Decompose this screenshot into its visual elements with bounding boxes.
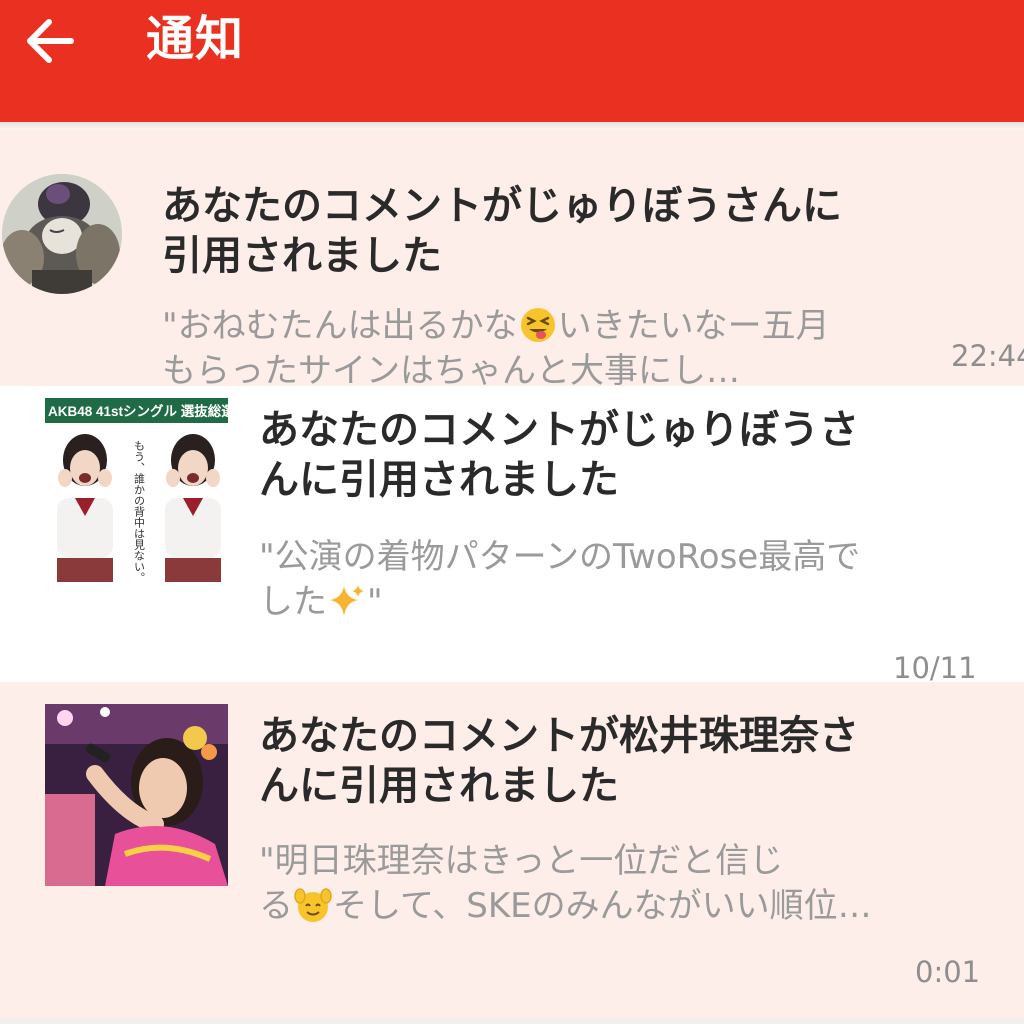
notification-time: 0:01 (915, 955, 981, 989)
heading-line: あなたのコメントがじゅりぼうさんに (162, 183, 842, 229)
notification-heading: あなたのコメントがじゅりぼうさ んに引用されました (259, 405, 859, 505)
election-poster-thumbnail: AKB48 41stシングル 選抜総選挙 (45, 398, 228, 582)
notification-time: 22:44 (951, 339, 1024, 373)
notification-heading: あなたのコメントが松井珠理奈さ んに引用されました (259, 711, 859, 811)
notification-item[interactable]: あなたのコメントがじゅりぼうさんに 引用されました "おねむたんは出るかな いき… (0, 130, 1024, 386)
preview-text: いきたいなー五月 (557, 306, 830, 346)
page-title: 通知 (146, 11, 245, 67)
sparkles-emoji (330, 585, 364, 616)
concert-photo-thumbnail (45, 704, 228, 886)
app-bar: 通知 (0, 0, 1024, 122)
comment-preview: "公演の着物パターンのTwoRose最高で した " (259, 535, 860, 625)
poster-banner-text: AKB48 41stシングル 選抜総選挙 (48, 403, 228, 419)
notifications-screen: 通知 あなたのコメントがじゅりぼうさんに 引用されました "おねむたんは出るかな (0, 0, 1024, 1024)
preview-text: そして、SKEのみんながいい順位… (333, 886, 872, 926)
raising-hands-face-emoji (294, 888, 332, 922)
notification-item[interactable]: AKB48 41stシングル 選抜総選挙 (0, 386, 1024, 682)
arrow-left-icon (27, 19, 74, 63)
heading-line: んに引用されました (259, 457, 619, 503)
preview-text: "公演の着物パターンのTwoRose最高で (259, 537, 861, 577)
preview-text: もらったサインはちゃんと大事にし… (162, 351, 740, 386)
list-divider (0, 1018, 1024, 1024)
preview-text: "明日珠理奈はきっと一位だと信じ (259, 841, 784, 881)
back-button[interactable] (14, 6, 84, 76)
user-avatar (2, 174, 122, 294)
app-bar-shadow (0, 122, 1024, 130)
notification-heading: あなたのコメントがじゅりぼうさんに 引用されました (162, 181, 842, 281)
poster-slogan-text: もう、誰かの背中は見ない。 (133, 440, 146, 582)
preview-text: した (259, 582, 327, 622)
notification-time: 10/11 (893, 651, 977, 682)
preview-text: "おねむたんは出るかな (162, 306, 518, 346)
heading-line: 引用されました (162, 233, 442, 279)
notification-item[interactable]: あなたのコメントが松井珠理奈さ んに引用されました "明日珠理奈はきっと一位だと… (0, 682, 1024, 1018)
heading-line: んに引用されました (259, 763, 619, 809)
squinting-tongue-face-emoji (520, 308, 555, 342)
comment-preview: "おねむたんは出るかな いきたいなー五月 もらったサインはちゃんと大事にし… (162, 304, 830, 386)
heading-line: あなたのコメントがじゅりぼうさ (259, 407, 859, 453)
heading-line: あなたのコメントが松井珠理奈さ (259, 713, 859, 759)
comment-preview: "明日珠理奈はきっと一位だと信じ る そして、SKEのみんながいい順位… (259, 839, 872, 929)
preview-text: る (259, 886, 293, 926)
preview-text: " (367, 582, 383, 622)
